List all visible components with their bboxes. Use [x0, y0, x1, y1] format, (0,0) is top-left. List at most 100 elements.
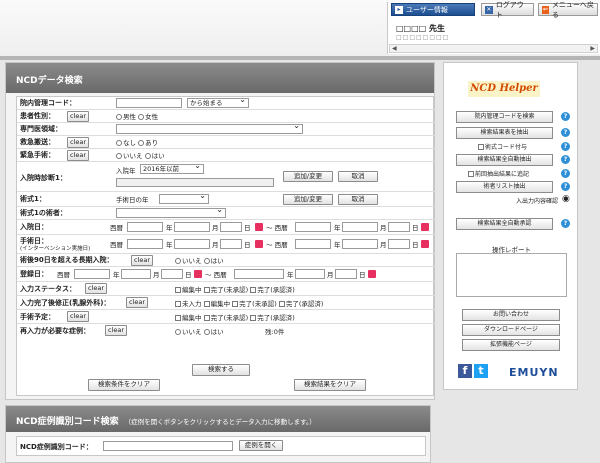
- plan-unapproved-checkbox[interactable]: [203, 314, 210, 321]
- admission-from-day[interactable]: [220, 222, 242, 232]
- reinput-yes-radio[interactable]: [203, 329, 210, 335]
- search-hospital-code-button[interactable]: 院内管理コードを検索: [456, 111, 553, 123]
- long-stay-clear-button[interactable]: clear: [131, 255, 154, 266]
- emuyn-logo[interactable]: EMUYN: [509, 366, 559, 379]
- help-icon[interactable]: ?: [561, 155, 570, 164]
- eye-icon[interactable]: ◉: [562, 194, 570, 204]
- input-complete-clear-button[interactable]: clear: [126, 297, 149, 308]
- help-icon[interactable]: ?: [561, 128, 570, 137]
- emergency-transport-clear-button[interactable]: clear: [67, 137, 90, 148]
- surgery-to-calendar-icon[interactable]: [421, 240, 429, 248]
- hospital-code-input[interactable]: [116, 98, 182, 108]
- hospital-code-mode-select[interactable]: から始まる: [187, 98, 249, 108]
- register-to-day[interactable]: [335, 269, 357, 279]
- diagnosis1-cancel-button[interactable]: 取消: [338, 171, 378, 182]
- gender-clear-button[interactable]: clear: [67, 111, 90, 122]
- reinput-clear-button[interactable]: clear: [105, 325, 128, 336]
- input-status-clear-button[interactable]: clear: [85, 283, 108, 294]
- auto-approve-button[interactable]: 検索結果全自動承認: [456, 218, 553, 230]
- procedure1-add-button[interactable]: 追加/変更: [283, 194, 333, 205]
- emergency-surgery-clear-button[interactable]: clear: [67, 150, 90, 161]
- procedure-code-checkbox[interactable]: [478, 144, 484, 150]
- surgery-from-year[interactable]: [127, 239, 163, 249]
- clear-conditions-button[interactable]: 検索条件をクリア: [88, 379, 160, 391]
- extension-page-button[interactable]: 拡張機能ページ: [462, 339, 560, 351]
- surgery-to-y: 年: [334, 241, 341, 249]
- extract-results-table-button[interactable]: 検索結果表を抽出: [456, 127, 553, 139]
- diagnosis-year-select[interactable]: 2016年以前: [140, 164, 204, 174]
- gender-female-radio[interactable]: [138, 114, 145, 120]
- surgery-from-month[interactable]: [174, 239, 210, 249]
- register-from-calendar-icon[interactable]: [194, 270, 202, 278]
- plan-editing-checkbox[interactable]: [175, 314, 181, 321]
- diagnosis1-add-button[interactable]: 追加/変更: [283, 171, 333, 182]
- append-previous-checkbox[interactable]: [468, 171, 474, 177]
- row-admission-date: 入院日： 西暦 年 月 日 ～ 西暦 年 月 日: [17, 220, 435, 235]
- status-editing-checkbox[interactable]: [175, 286, 181, 293]
- extract-surgeon-list-button[interactable]: 術者リスト抽出: [456, 181, 553, 193]
- long-stay-no-radio[interactable]: [175, 258, 181, 264]
- horizontal-scrollbar[interactable]: ◀ ▶: [389, 44, 598, 53]
- open-case-button[interactable]: 症例を開く: [239, 440, 283, 451]
- row-specialty: 専門医領域：: [17, 123, 435, 136]
- surgery-from-day[interactable]: [220, 239, 242, 249]
- help-icon[interactable]: ?: [561, 142, 570, 151]
- surgery-no-radio[interactable]: [116, 153, 122, 159]
- register-from-month[interactable]: [121, 269, 151, 279]
- admission-from-calendar-icon[interactable]: [255, 223, 263, 231]
- menu-back-button[interactable]: ↩ メニューへ戻る: [538, 1, 598, 19]
- plan-approved-checkbox[interactable]: [250, 314, 257, 321]
- admission-from-year[interactable]: [127, 222, 163, 232]
- register-to-calendar-icon[interactable]: [368, 270, 376, 278]
- register-date-label: 登録日：: [20, 270, 48, 278]
- admission-to-calendar-icon[interactable]: [421, 223, 429, 231]
- complete-editing-checkbox[interactable]: [203, 300, 210, 307]
- help-icon[interactable]: ?: [561, 219, 570, 228]
- surgery-plan-clear-button[interactable]: clear: [67, 311, 90, 322]
- twitter-icon[interactable]: t: [474, 364, 488, 378]
- gender-male-radio[interactable]: [116, 114, 122, 120]
- admission-from-month[interactable]: [174, 222, 210, 232]
- scroll-left-icon[interactable]: ◀: [392, 45, 397, 52]
- register-from-day[interactable]: [161, 269, 183, 279]
- logout-button[interactable]: ✕ ログアウト: [481, 1, 534, 19]
- row-diagnosis1: 入院時診断1： 入院年 2016年以前 追加/変更 取消: [17, 162, 435, 192]
- auto-extract-button[interactable]: 検索結果全自動抽出: [456, 154, 553, 166]
- register-to-month[interactable]: [295, 269, 325, 279]
- admission-to-year[interactable]: [295, 222, 331, 232]
- procedure1-cancel-button[interactable]: 取消: [338, 194, 378, 205]
- help-icon[interactable]: ?: [561, 182, 570, 191]
- surgery-to-day[interactable]: [388, 239, 410, 249]
- status-unapproved-checkbox[interactable]: [203, 286, 210, 293]
- surgeon1-select[interactable]: [116, 208, 226, 218]
- complete-none-checkbox[interactable]: [175, 300, 181, 307]
- row-surgery-date: 手術日： (インターベンション実施日) 西暦 年 月 日 ～ 西暦 年 月 日: [17, 235, 435, 254]
- procedure-year-select[interactable]: [159, 194, 209, 204]
- complete-unapproved-checkbox[interactable]: [232, 300, 239, 307]
- complete-approved-checkbox[interactable]: [278, 300, 285, 307]
- admission-to-day[interactable]: [388, 222, 410, 232]
- register-from-year[interactable]: [74, 269, 110, 279]
- surgery-to-year[interactable]: [295, 239, 331, 249]
- user-info-tab[interactable]: ▸ ユーザー情報: [391, 3, 475, 16]
- surgery-to-month[interactable]: [342, 239, 378, 249]
- help-icon[interactable]: ?: [561, 112, 570, 121]
- help-icon[interactable]: ?: [561, 169, 570, 178]
- search-button[interactable]: 検索する: [192, 364, 250, 376]
- surgery-yes-radio[interactable]: [144, 153, 151, 159]
- specialty-select[interactable]: [116, 124, 303, 134]
- status-approved-checkbox[interactable]: [250, 286, 257, 293]
- download-page-button[interactable]: ダウンロードページ: [462, 324, 560, 336]
- case-code-input[interactable]: [103, 441, 233, 451]
- transport-no-radio[interactable]: [116, 140, 122, 146]
- admission-to-month[interactable]: [342, 222, 378, 232]
- clear-results-button[interactable]: 検索結果をクリア: [294, 379, 366, 391]
- facebook-icon[interactable]: f: [458, 364, 472, 378]
- reinput-no-radio[interactable]: [175, 329, 181, 335]
- contact-button[interactable]: お問い合わせ: [462, 309, 560, 321]
- long-stay-yes-radio[interactable]: [203, 258, 210, 264]
- transport-yes-radio[interactable]: [138, 140, 145, 146]
- surgery-from-calendar-icon[interactable]: [255, 240, 263, 248]
- register-to-year[interactable]: [234, 269, 284, 279]
- scroll-right-icon[interactable]: ▶: [590, 45, 595, 52]
